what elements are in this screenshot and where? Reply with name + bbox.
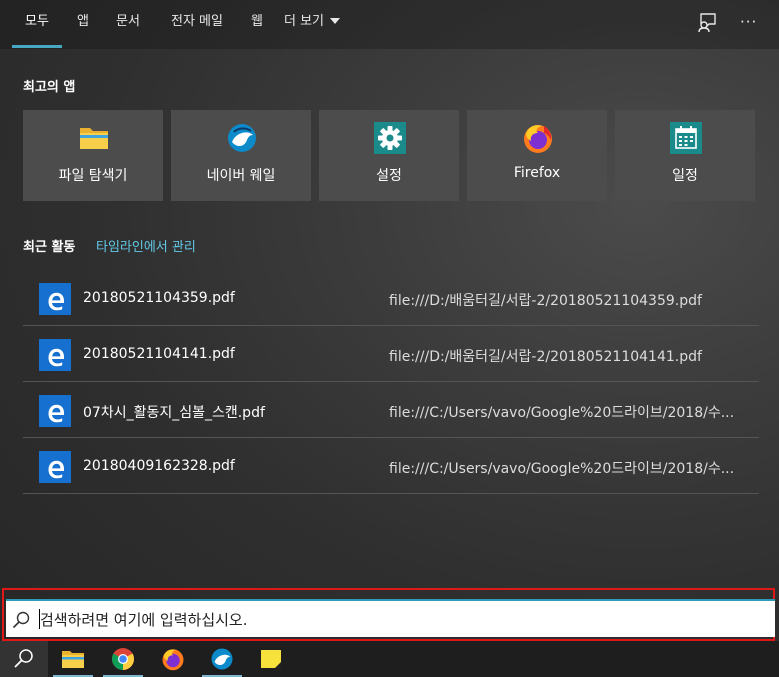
app-tile-label: 일정 — [672, 168, 698, 184]
calendar-icon — [670, 122, 702, 154]
app-tile-label: 설정 — [376, 168, 402, 184]
firefox-icon — [162, 649, 184, 671]
recent-item-path: file:///D:/배움터길/서랍-2/20180521104359.pdf — [389, 293, 702, 309]
search-input[interactable]: 검색하려면 여기에 입력하십시오. — [6, 599, 775, 637]
edge-icon — [39, 283, 71, 315]
recent-item[interactable]: 20180409162328.pdf file:///C:/Users/vavo… — [23, 438, 759, 494]
sticky-notes-icon — [261, 650, 281, 668]
edge-icon — [39, 451, 71, 483]
app-tile-naver-whale[interactable]: 네이버 웨일 — [171, 110, 311, 201]
file-explorer-icon — [80, 128, 108, 149]
app-tile-label: 파일 탐색기 — [58, 168, 128, 184]
firefox-icon — [524, 125, 552, 153]
settings-gear-icon — [374, 122, 406, 154]
taskbar-search-button[interactable] — [0, 641, 48, 677]
taskbar-sticky-notes[interactable] — [247, 641, 295, 677]
tab-apps[interactable]: 앱 — [70, 0, 96, 45]
recent-item-path: file:///C:/Users/vavo/Google%20드라이브/2018… — [389, 405, 735, 421]
recent-item-name: 20180521104359.pdf — [83, 290, 235, 306]
taskbar-naver-whale[interactable] — [198, 641, 246, 677]
tab-email[interactable]: 전자 메일 — [162, 0, 232, 45]
tab-more-label: 더 보기 — [284, 14, 325, 29]
recent-item-name: 20180521104141.pdf — [83, 346, 235, 362]
recent-item[interactable]: 07차시_활동지_심볼_스캔.pdf file:///C:/Users/vavo… — [23, 382, 759, 438]
tab-documents[interactable]: 문서 — [108, 0, 148, 45]
active-tab-indicator — [12, 45, 62, 48]
search-icon — [12, 611, 30, 629]
more-options-button[interactable]: ··· — [740, 9, 762, 35]
feedback-icon — [698, 13, 716, 33]
recent-item-name: 07차시_활동지_심볼_스캔.pdf — [83, 405, 265, 421]
recent-item-path: file:///D:/배움터길/서랍-2/20180521104141.pdf — [389, 349, 702, 365]
tab-web[interactable]: 웹 — [244, 0, 270, 45]
taskbar-firefox[interactable] — [149, 641, 197, 677]
app-tile-label: Firefox — [513, 165, 561, 181]
edge-icon — [39, 339, 71, 371]
ellipsis-icon: ··· — [740, 13, 758, 31]
chrome-icon — [112, 648, 134, 670]
app-tile-settings[interactable]: 설정 — [319, 110, 459, 201]
recent-item[interactable]: 20180521104359.pdf file:///D:/배움터길/서랍-2/… — [23, 270, 759, 326]
naver-whale-icon — [228, 124, 256, 152]
app-tile-calendar[interactable]: 일정 — [615, 110, 755, 201]
search-placeholder: 검색하려면 여기에 입력하십시오. — [40, 611, 248, 629]
app-tile-firefox[interactable]: Firefox — [467, 110, 607, 201]
file-explorer-icon — [62, 651, 84, 668]
feedback-button[interactable] — [696, 11, 722, 37]
recent-item-name: 20180409162328.pdf — [83, 458, 235, 474]
edge-icon — [39, 395, 71, 427]
recent-activity-list: 20180521104359.pdf file:///D:/배움터길/서랍-2/… — [23, 270, 759, 494]
search-icon — [14, 649, 33, 668]
recent-item[interactable]: 20180521104141.pdf file:///D:/배움터길/서랍-2/… — [23, 326, 759, 382]
recent-item-path: file:///C:/Users/vavo/Google%20드라이브/2018… — [389, 461, 735, 477]
tab-more[interactable]: 더 보기 — [284, 0, 356, 45]
top-apps-heading: 최고의 앱 — [23, 80, 76, 95]
taskbar — [0, 641, 779, 677]
tab-all[interactable]: 모두 — [12, 0, 62, 45]
app-tile-label: 네이버 웨일 — [206, 168, 276, 184]
app-tile-file-explorer[interactable]: 파일 탐색기 — [23, 110, 163, 201]
taskbar-file-explorer[interactable] — [49, 641, 97, 677]
chevron-down-icon — [330, 17, 341, 24]
manage-timeline-link[interactable]: 타임라인에서 관리 — [96, 236, 196, 255]
search-filter-bar: 모두 앱 문서 전자 메일 웹 더 보기 ··· — [0, 0, 779, 49]
naver-whale-icon — [211, 648, 233, 670]
recent-activity-heading: 최근 활동 — [23, 240, 76, 255]
taskbar-chrome[interactable] — [99, 641, 147, 677]
